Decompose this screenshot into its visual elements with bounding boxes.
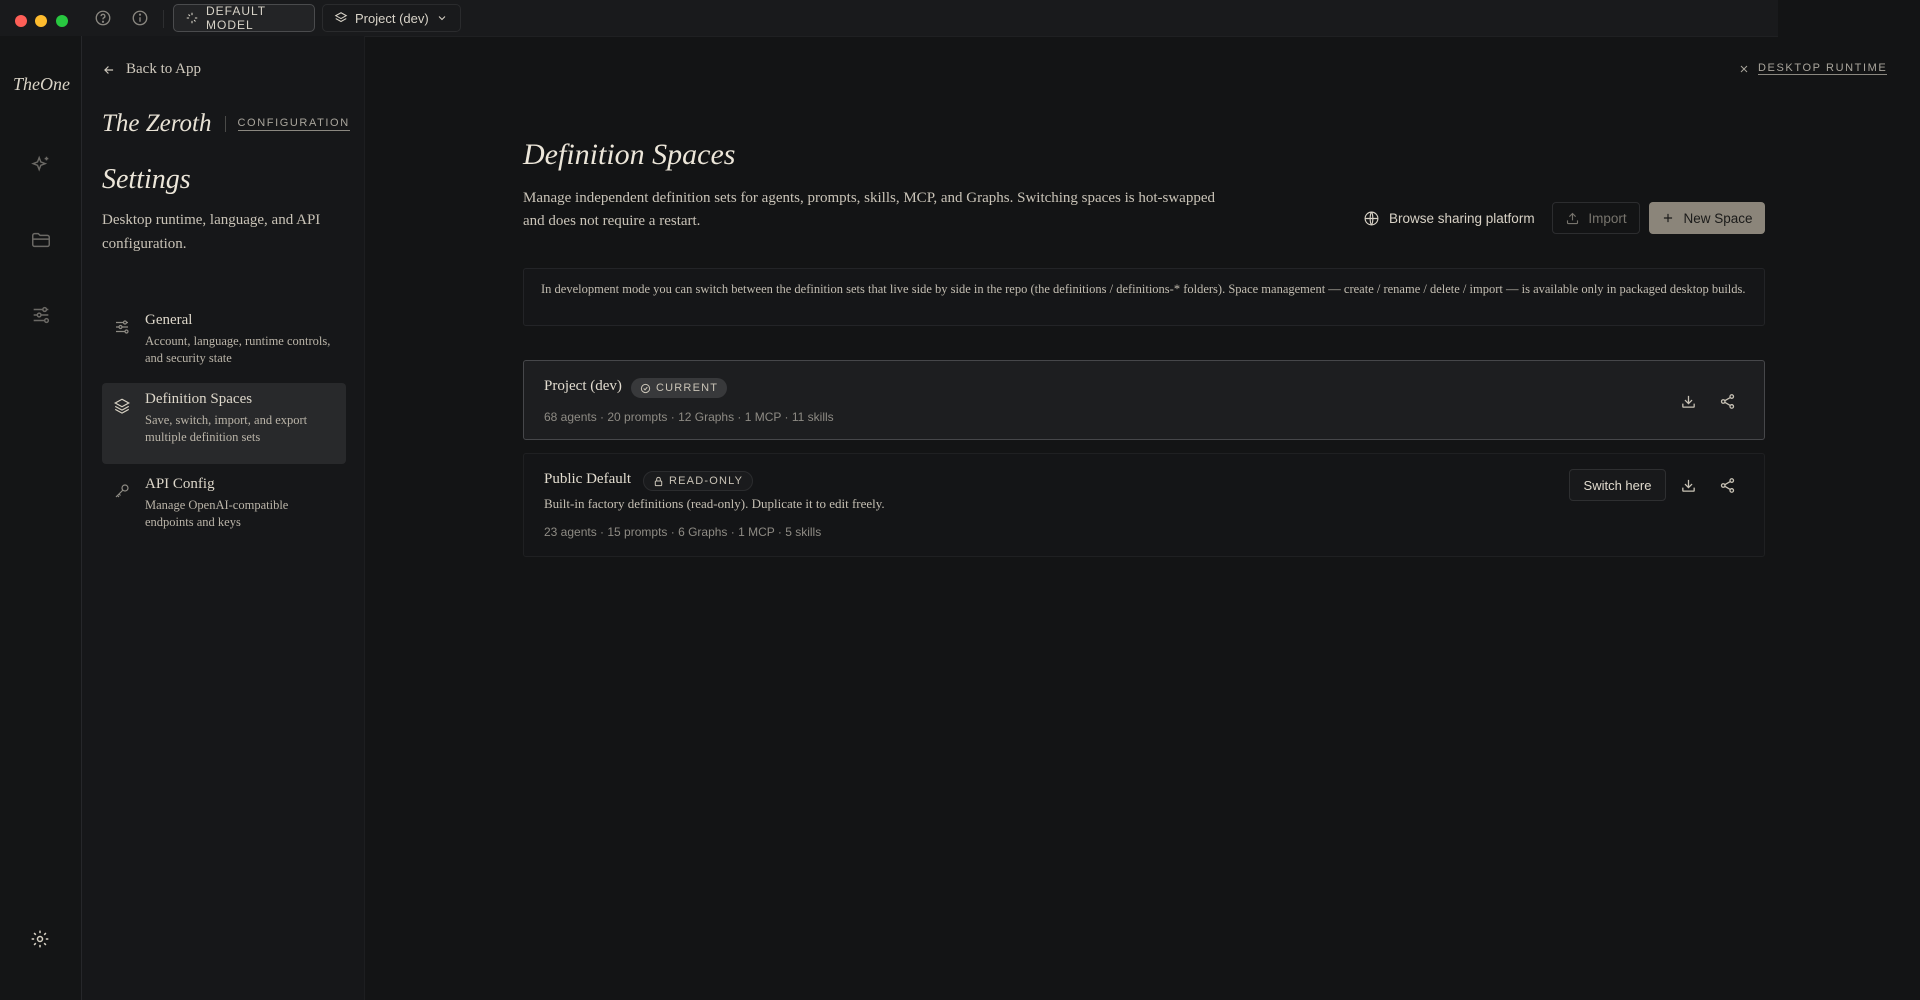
nav-item-general[interactable]: General Account, language, runtime contr…	[102, 304, 346, 377]
check-circle-icon	[640, 383, 651, 394]
badge-label: CURRENT	[656, 382, 719, 394]
app-section-label: CONFIGURATION	[237, 117, 350, 131]
new-space-label: New Space	[1683, 210, 1753, 226]
sparkle-icon	[185, 11, 199, 25]
default-model-label: DEFAULT MODEL	[206, 4, 266, 32]
download-icon[interactable]	[1676, 389, 1700, 413]
nav-item-description: Manage OpenAI-compatible endpoints and k…	[145, 498, 289, 529]
app-title: The Zeroth	[102, 110, 212, 137]
browse-label: Browse sharing platform	[1389, 210, 1535, 226]
space-stats: 68 agents · 20 prompts · 12 Graphs · 1 M…	[544, 410, 834, 424]
back-to-app-link[interactable]: Back to App	[102, 61, 201, 78]
share-icon[interactable]	[1715, 473, 1739, 497]
nav-item-title: API Config	[145, 476, 215, 492]
chevron-down-icon	[436, 12, 448, 24]
key-icon	[113, 482, 131, 500]
badge-label: READ-ONLY	[669, 475, 744, 487]
close-icon	[1738, 63, 1750, 75]
nav-item-api-config[interactable]: API Config Manage OpenAI-compatible endp…	[102, 468, 346, 541]
space-card-public-default[interactable]: Public Default READ-ONLY Built-in factor…	[523, 453, 1765, 557]
space-card-project-dev[interactable]: Project (dev) CURRENT 68 agents · 20 pro…	[523, 360, 1765, 440]
settings-subheading: Desktop runtime, language, and API confi…	[102, 212, 321, 252]
page-title: Definition Spaces	[523, 138, 736, 171]
settings-heading: Settings	[102, 164, 191, 195]
runtime-label: DESKTOP RUNTIME	[1758, 62, 1888, 75]
info-icon[interactable]	[131, 9, 149, 27]
layers-icon	[334, 11, 348, 25]
upload-icon	[1565, 211, 1580, 226]
nav-item-title: General	[145, 312, 193, 328]
nav-item-description: Save, switch, import, and export multipl…	[145, 413, 308, 444]
brand-logo: TheOne	[13, 74, 70, 94]
sliders-icon[interactable]	[30, 304, 52, 326]
project-selector-label: Project (dev)	[355, 10, 429, 26]
nav-item-definition-spaces[interactable]: Definition Spaces Save, switch, import, …	[102, 383, 346, 464]
help-icon[interactable]	[94, 9, 112, 27]
sparkles-icon[interactable]	[30, 154, 52, 176]
browse-sharing-platform-button[interactable]: Browse sharing platform	[1363, 203, 1535, 233]
current-badge: CURRENT	[631, 378, 728, 398]
close-runtime-button[interactable]: DESKTOP RUNTIME	[1738, 62, 1888, 75]
dev-mode-notice: In development mode you can switch betwe…	[523, 268, 1765, 326]
app-rail: TheOne	[0, 36, 82, 1000]
app-header: The Zeroth CONFIGURATION	[102, 110, 350, 138]
new-space-button[interactable]: New Space	[1649, 202, 1765, 234]
space-description: Built-in factory definitions (read-only)…	[544, 496, 885, 511]
window-zoom-button[interactable]	[56, 15, 68, 27]
import-label: Import	[1588, 210, 1627, 226]
nav-item-description: Account, language, runtime controls, and…	[145, 334, 331, 365]
window-minimize-button[interactable]	[35, 15, 47, 27]
space-name: Project (dev)	[544, 378, 622, 394]
sliders-icon	[113, 318, 131, 336]
read-only-badge: READ-ONLY	[643, 471, 754, 491]
title-bar: DEFAULT MODEL Project (dev)	[0, 0, 1778, 37]
toolbar-divider	[163, 10, 164, 28]
arrow-left-icon	[102, 63, 116, 77]
window-close-button[interactable]	[15, 15, 27, 27]
project-selector[interactable]: Project (dev)	[322, 4, 461, 32]
settings-sidebar: Back to App The Zeroth CONFIGURATION Set…	[82, 36, 365, 1000]
layers-icon	[113, 397, 131, 415]
plus-icon	[1661, 211, 1675, 225]
globe-icon	[1363, 210, 1380, 227]
lock-icon	[653, 476, 664, 487]
header-divider	[224, 116, 226, 132]
folder-icon[interactable]	[30, 229, 52, 251]
settings-gear-icon[interactable]	[30, 929, 50, 949]
space-stats: 23 agents · 15 prompts · 6 Graphs · 1 MC…	[544, 525, 822, 539]
download-icon[interactable]	[1676, 473, 1700, 497]
default-model-button[interactable]: DEFAULT MODEL	[173, 4, 315, 32]
space-name: Public Default	[544, 471, 632, 487]
switch-here-button[interactable]: Switch here	[1569, 469, 1666, 501]
share-icon[interactable]	[1715, 389, 1739, 413]
page-description: Manage independent definition sets for a…	[523, 190, 1215, 229]
nav-item-title: Definition Spaces	[145, 391, 253, 407]
back-label: Back to App	[126, 61, 201, 77]
import-button[interactable]: Import	[1552, 202, 1640, 234]
